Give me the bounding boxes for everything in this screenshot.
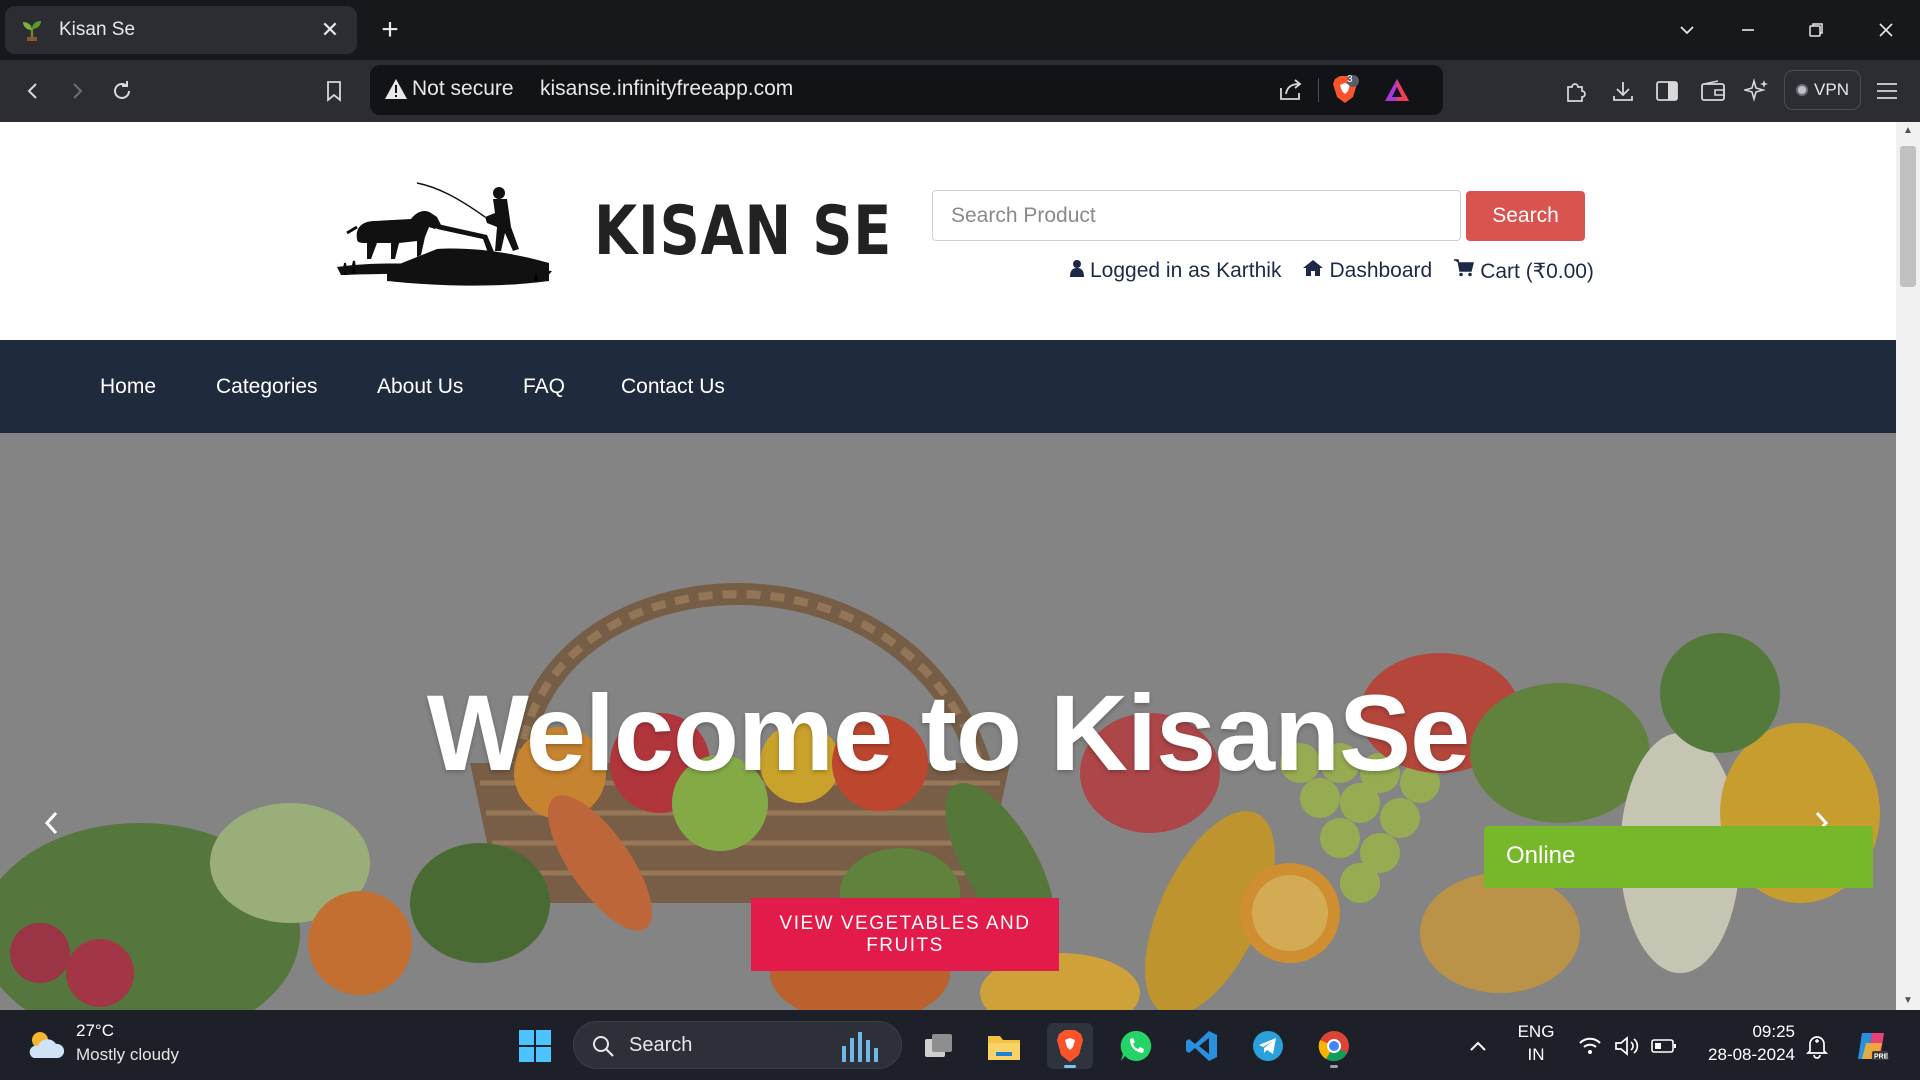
new-tab-button[interactable]: + — [372, 10, 408, 50]
notifications-icon[interactable] — [1796, 1023, 1838, 1069]
bookmark-icon[interactable] — [313, 70, 355, 112]
active-app-indicator — [1064, 1065, 1076, 1068]
vscode-icon[interactable] — [1179, 1023, 1225, 1069]
tab-list-chevron-icon[interactable] — [1657, 0, 1717, 60]
logged-in-link[interactable]: Logged in as Karthik — [1070, 259, 1281, 283]
search-button[interactable]: Search — [1466, 191, 1585, 241]
cart-label: Cart (₹0.00) — [1480, 259, 1594, 283]
clock-date[interactable]: 28-08-2024 — [1695, 1045, 1795, 1065]
menu-icon[interactable] — [1870, 74, 1904, 108]
page-scrollbar[interactable]: ▲ ▼ — [1896, 122, 1920, 1010]
restore-icon[interactable] — [1786, 0, 1846, 60]
sidebar-icon[interactable] — [1650, 74, 1684, 108]
brave-rewards-icon[interactable] — [1382, 75, 1412, 105]
hero-carousel: Welcome to KisanSe VIEW VEGETABLES AND F… — [0, 433, 1896, 1010]
nav-home[interactable]: Home — [100, 340, 156, 433]
battery-icon[interactable] — [1644, 1023, 1684, 1069]
vpn-status-icon — [1796, 84, 1809, 96]
show-hidden-icons-chevron-icon[interactable] — [1455, 1023, 1501, 1069]
nav-categories[interactable]: Categories — [216, 340, 318, 433]
nav-faq[interactable]: FAQ — [523, 340, 565, 433]
sprout-favicon-icon — [19, 17, 45, 43]
home-icon — [1303, 259, 1324, 283]
dashboard-label: Dashboard — [1329, 259, 1433, 282]
leo-ai-icon[interactable] — [1740, 74, 1774, 108]
view-products-button[interactable]: VIEW VEGETABLES AND FRUITS — [751, 898, 1059, 971]
reload-icon[interactable] — [101, 70, 143, 112]
cloudy-weather-icon[interactable] — [26, 1028, 66, 1062]
shields-count: 3 — [1347, 74, 1353, 85]
clock-time[interactable]: 09:25 — [1695, 1022, 1795, 1042]
carousel-prev-icon[interactable] — [32, 798, 72, 848]
scroll-up-icon[interactable]: ▲ — [1896, 122, 1920, 140]
share-icon[interactable] — [1276, 75, 1306, 105]
volume-icon[interactable] — [1607, 1023, 1647, 1069]
scrollbar-thumb[interactable] — [1900, 146, 1916, 287]
file-explorer-icon[interactable] — [981, 1023, 1027, 1069]
running-app-indicator — [1330, 1065, 1338, 1068]
svg-text:PRE: PRE — [1874, 1054, 1889, 1061]
url-text[interactable]: kisanse.infinityfreeapp.com — [540, 77, 793, 101]
omnibox-divider — [1318, 78, 1319, 102]
forward-icon[interactable] — [56, 70, 98, 112]
cart-icon — [1454, 259, 1475, 283]
task-view-icon[interactable] — [916, 1023, 962, 1069]
back-icon[interactable] — [12, 70, 54, 112]
site-header: KISAN SE Search Logged in as Karthik Das… — [0, 122, 1896, 340]
brave-browser-icon[interactable] — [1047, 1023, 1093, 1069]
whatsapp-icon[interactable] — [1113, 1023, 1159, 1069]
search-icon — [591, 1034, 615, 1063]
windows-taskbar: 27°C Mostly cloudy Search ENG IN 09:25 2… — [0, 1010, 1920, 1080]
browser-titlebar: Kisan Se ✕ + — [0, 0, 1920, 60]
windows-start-icon[interactable] — [512, 1023, 558, 1069]
nav-contact-us[interactable]: Contact Us — [621, 340, 725, 433]
language-line1[interactable]: ENG — [1515, 1022, 1557, 1042]
tab-close-icon[interactable]: ✕ — [317, 17, 343, 43]
vpn-button[interactable]: VPN — [1784, 70, 1861, 110]
main-nav: Home Categories About Us FAQ Contact Us — [0, 340, 1896, 433]
weather-temperature[interactable]: 27°C — [76, 1021, 114, 1041]
wifi-icon[interactable] — [1570, 1023, 1610, 1069]
farmer-plough-logo[interactable] — [337, 177, 552, 299]
taskbar-search-label: Search — [629, 1034, 693, 1056]
telegram-icon[interactable] — [1245, 1023, 1291, 1069]
logged-in-label: Logged in as Karthik — [1090, 259, 1282, 282]
close-window-icon[interactable] — [1856, 0, 1916, 60]
brave-shields-icon[interactable]: 3 — [1330, 74, 1360, 105]
language-line2[interactable]: IN — [1515, 1045, 1557, 1065]
brand-name[interactable]: KISAN SE — [594, 192, 892, 271]
dashboard-link[interactable]: Dashboard — [1303, 259, 1432, 283]
vpn-label: VPN — [1814, 80, 1849, 99]
address-bar[interactable]: Not secure kisanse.infinityfreeapp.com 3 — [370, 65, 1443, 115]
scroll-down-icon[interactable]: ▼ — [1896, 992, 1920, 1010]
hero-title: Welcome to KisanSe — [426, 672, 1470, 793]
nav-about-us[interactable]: About Us — [377, 340, 463, 433]
chrome-icon[interactable] — [1311, 1023, 1357, 1069]
wallet-icon[interactable] — [1696, 74, 1730, 108]
browser-tab[interactable]: Kisan Se ✕ — [5, 6, 357, 54]
weather-condition[interactable]: Mostly cloudy — [76, 1045, 179, 1065]
search-highlight-icon — [838, 1028, 884, 1069]
tab-title: Kisan Se — [59, 19, 136, 40]
copilot-icon[interactable]: PRE — [1849, 1023, 1895, 1069]
online-chat-widget[interactable]: Online — [1484, 826, 1873, 888]
search-input[interactable] — [932, 190, 1461, 241]
user-icon — [1070, 259, 1084, 283]
extensions-icon[interactable] — [1560, 74, 1594, 108]
cart-link[interactable]: Cart (₹0.00) — [1454, 259, 1594, 284]
user-links: Logged in as Karthik Dashboard Cart (₹0.… — [1070, 256, 1594, 286]
download-icon[interactable] — [1606, 74, 1640, 108]
warning-icon[interactable] — [384, 78, 410, 102]
security-label[interactable]: Not secure — [412, 77, 514, 101]
screen: Kisan Se ✕ + Not secure kisanse.infinity… — [0, 0, 1920, 1080]
minimize-icon[interactable] — [1718, 0, 1778, 60]
taskbar-search[interactable]: Search — [573, 1021, 902, 1069]
